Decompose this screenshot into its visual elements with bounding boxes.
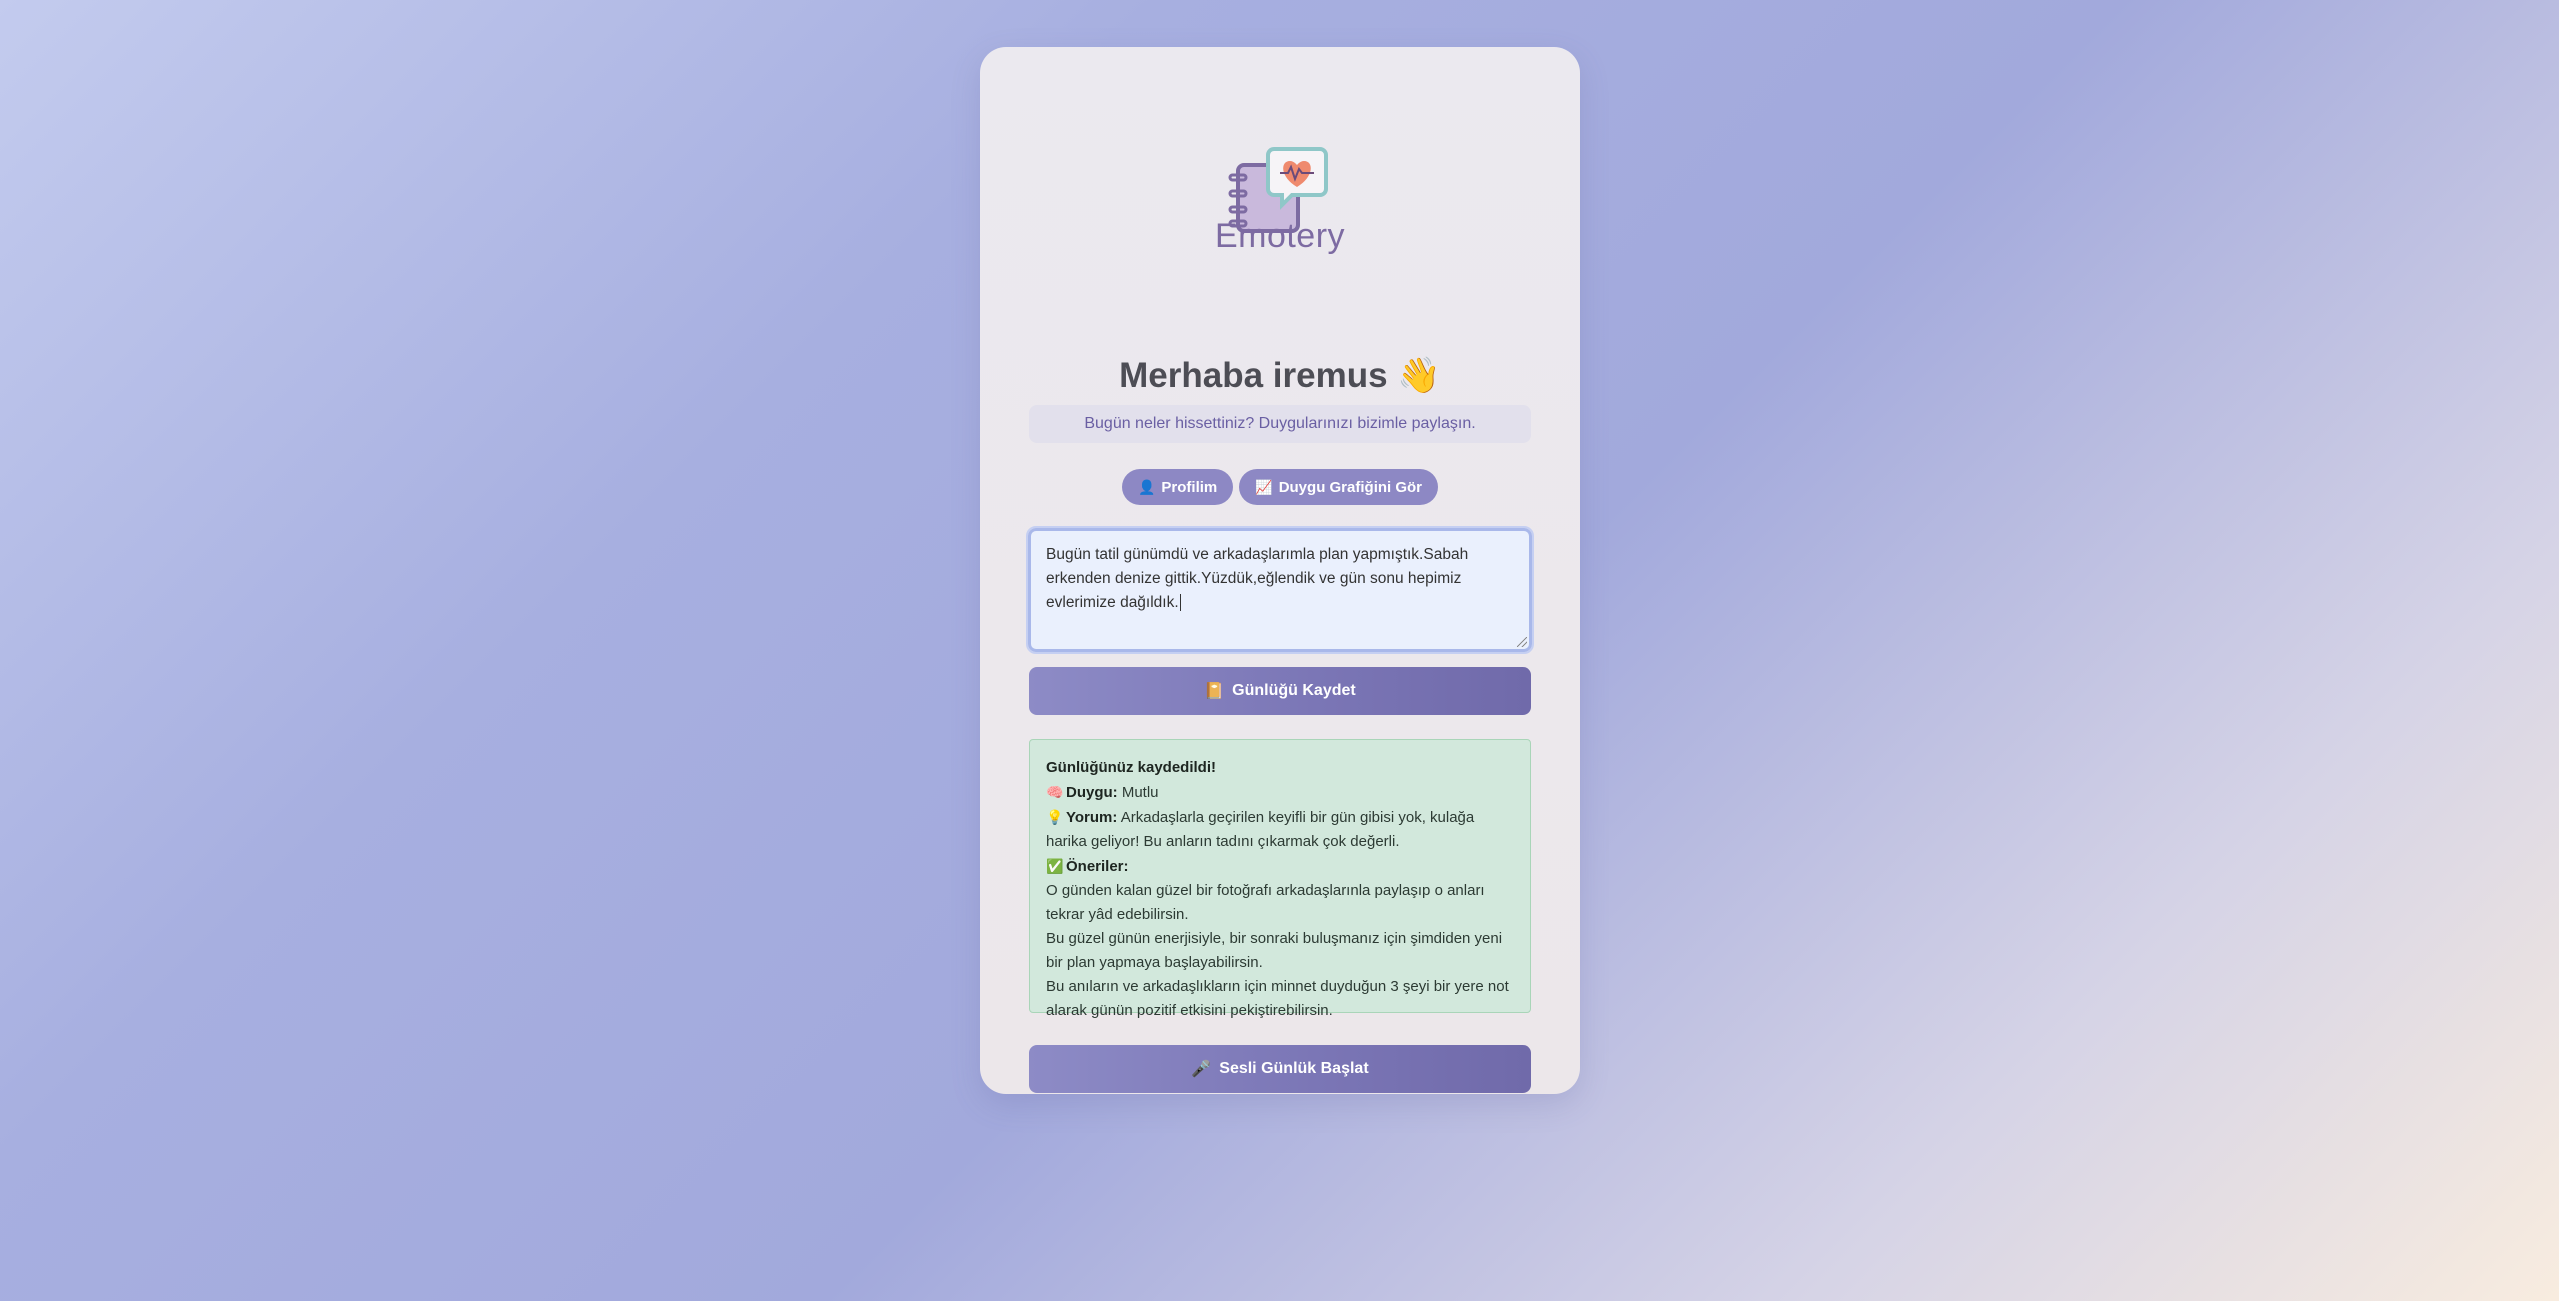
emotion-chart-button[interactable]: 📈 Duygu Grafiğini Gör — [1239, 469, 1439, 505]
chart-icon: 📈 — [1255, 478, 1273, 495]
voice-diary-button[interactable]: 🎤 Sesli Günlük Başlat — [1029, 1045, 1531, 1093]
profile-button[interactable]: 👤 Profilim — [1121, 469, 1234, 505]
page-title: Merhaba iremus 👋 — [1119, 356, 1441, 395]
check-icon: ✅ — [1046, 858, 1064, 874]
lightbulb-icon: 💡 — [1046, 809, 1064, 825]
analysis-result: Günlüğünüz kaydedildi! 🧠 Duygu: Mutlu 💡 Yo… — [1029, 739, 1531, 1019]
emotion-label: Duygu: — [1066, 784, 1118, 801]
comment-label: Yorum: — [1066, 809, 1118, 826]
save-diary-button-label: Günlüğü Kaydet — [1232, 682, 1356, 699]
voice-diary-button-label: Sesli Günlük Başlat — [1219, 1060, 1369, 1077]
profile-button-label: Profilim — [1161, 478, 1218, 496]
result-title: Günlüğünüz kaydedildi! — [1046, 759, 1216, 776]
microphone-icon: 🎤 — [1191, 1061, 1212, 1078]
suggestion-item: Bu anıların ve arkadaşlıkların için minn… — [1046, 978, 1509, 1019]
suggestion-item: O günden kalan güzel bir fotoğrafı arkad… — [1046, 882, 1485, 923]
emotion-chart-button-label: Duygu Grafiğini Gör — [1278, 478, 1423, 496]
suggestions-label: Öneriler: — [1066, 858, 1129, 875]
notebook-icon: 📔 — [1204, 683, 1225, 700]
emotion-value: Mutlu — [1121, 784, 1159, 801]
brand-name: Emotery — [1214, 217, 1346, 255]
diary-textarea[interactable]: Bugün tatil günümdü ve arkadaşlarımla pl… — [1026, 526, 1534, 654]
brain-icon: 🧠 — [1046, 784, 1064, 800]
suggestion-item: Bu güzel günün enerjisiyle, bir sonraki … — [1046, 930, 1503, 971]
subtitle: Bugün neler hissettiniz? Duygularınızı b… — [1029, 405, 1531, 443]
diary-text: Bugün tatil günümdü ve arkadaşlarımla pl… — [1046, 546, 1469, 611]
nav-buttons: 👤 Profilim 📈 Duygu Grafiğini Gör — [980, 469, 1580, 505]
save-diary-button[interactable]: 📔 Günlüğü Kaydet — [1029, 667, 1531, 715]
resize-handle[interactable] — [1517, 637, 1527, 647]
main-card: Emotery Merhaba iremus 👋 Bugün neler his… — [980, 47, 1580, 1094]
user-icon: 👤 — [1137, 478, 1156, 495]
